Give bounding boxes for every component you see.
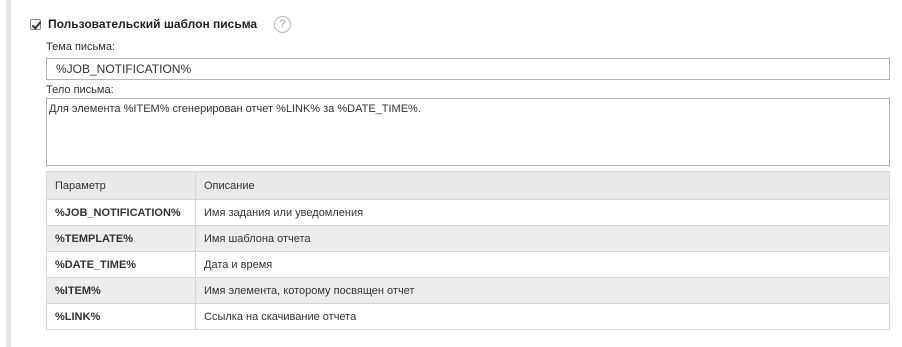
table-row: %DATE_TIME% Дата и время: [46, 251, 890, 278]
subject-label: Тема письма:: [46, 41, 116, 53]
param-name: %DATE_TIME%: [46, 251, 196, 278]
param-description: Ссылка на скачивание отчета: [195, 303, 890, 330]
table-row: %JOB_NOTIFICATION% Имя задания или уведо…: [46, 199, 890, 226]
custom-template-header: Пользовательский шаблон письма ?: [30, 15, 292, 33]
param-name: %ITEM%: [46, 277, 196, 304]
email-template-panel: Пользовательский шаблон письма ? Тема пи…: [30, 0, 892, 347]
param-description: Имя задания или уведомления: [195, 199, 890, 226]
subject-input[interactable]: %JOB_NOTIFICATION%: [46, 58, 890, 80]
left-border-rule: [6, 0, 11, 347]
param-description: Имя шаблона отчета: [195, 225, 890, 252]
column-header-parameter: Параметр: [46, 171, 196, 200]
param-description: Дата и время: [195, 251, 890, 278]
custom-template-label[interactable]: Пользовательский шаблон письма: [48, 17, 257, 31]
body-textarea[interactable]: Для элемента %ITEM% сгенерирован отчет %…: [46, 98, 890, 166]
body-label: Тело письма:: [46, 84, 114, 96]
table-header-row: Параметр Описание: [46, 171, 890, 200]
param-name: %TEMPLATE%: [46, 225, 196, 252]
param-name: %LINK%: [46, 303, 196, 330]
param-name: %JOB_NOTIFICATION%: [46, 199, 196, 226]
param-description: Имя элемента, которому посвящен отчет: [195, 277, 890, 304]
table-row: %LINK% Ссылка на скачивание отчета: [46, 303, 890, 330]
table-row: %ITEM% Имя элемента, которому посвящен о…: [46, 277, 890, 304]
parameters-table: Параметр Описание %JOB_NOTIFICATION% Имя…: [46, 171, 890, 330]
column-header-description: Описание: [195, 171, 890, 200]
custom-template-checkbox[interactable]: [30, 18, 42, 30]
checkmark-icon: [31, 18, 42, 30]
table-row: %TEMPLATE% Имя шаблона отчета: [46, 225, 890, 252]
help-icon[interactable]: ?: [274, 15, 292, 33]
